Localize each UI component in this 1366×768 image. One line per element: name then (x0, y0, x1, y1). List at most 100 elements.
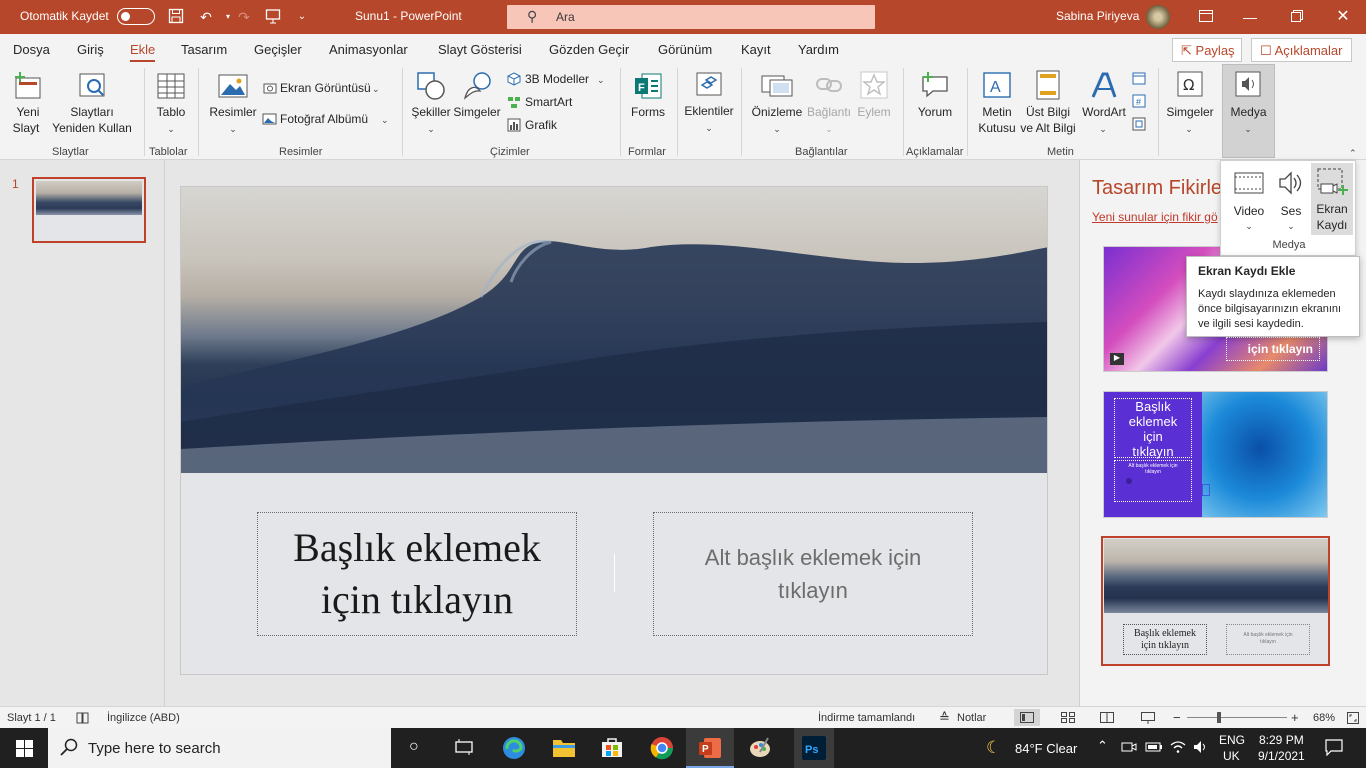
zoom-slider[interactable] (1187, 717, 1287, 718)
icons-label[interactable]: Simgeler (452, 105, 502, 120)
normal-view-button[interactable] (1014, 709, 1040, 726)
chevron-down-icon[interactable]: ⌄ (381, 113, 389, 128)
redo-icon[interactable]: ↷ (234, 8, 254, 26)
battery-icon[interactable] (1145, 739, 1163, 758)
table-label[interactable]: Tablo (150, 105, 192, 120)
tab-ekle[interactable]: Ekle (130, 42, 156, 63)
chevron-down-icon[interactable]: ⌄ (597, 73, 605, 88)
user-name[interactable]: Sabina Piriyeva (1056, 9, 1139, 23)
task-view-icon[interactable]: ○ (409, 738, 419, 756)
text-box-label-2[interactable]: Kutusu (974, 121, 1020, 136)
reuse-slides-icon[interactable] (76, 70, 108, 102)
3d-models-icon[interactable] (506, 71, 521, 86)
table-icon[interactable] (155, 70, 187, 102)
photo-album-icon[interactable] (262, 111, 277, 126)
slide[interactable]: Başlık eklemek için tıklayın Alt başlık e… (180, 186, 1048, 675)
close-icon[interactable]: ✕ (1333, 8, 1353, 26)
add-ins-label[interactable]: Eklentiler (682, 104, 736, 119)
video-button[interactable]: Video ⌄ (1227, 165, 1271, 233)
autosave-toggle[interactable] (117, 8, 155, 25)
tab-animasyonlar[interactable]: Animasyonlar (329, 42, 408, 57)
object-icon[interactable] (1131, 116, 1147, 132)
paint-icon[interactable] (748, 736, 772, 763)
timeline-icon[interactable] (455, 739, 473, 758)
volume-icon[interactable] (1193, 739, 1209, 758)
shapes-label[interactable]: Şekiller (408, 105, 454, 120)
powerpoint-task[interactable]: P (686, 728, 734, 768)
chevron-up-icon[interactable]: ⌃ (1097, 738, 1108, 754)
slide-thumbnail[interactable] (32, 177, 146, 243)
zoom-out-icon[interactable]: − (1173, 710, 1181, 725)
reuse-slides-label-2[interactable]: Yeniden Kullan (50, 121, 134, 136)
new-slide-label-2[interactable]: Slayt (6, 121, 46, 136)
chevron-down-icon[interactable]: ⌄ (1098, 122, 1108, 137)
design-idea-3[interactable]: Başlık eklemek için tıklayın Alt başlık e… (1101, 536, 1330, 666)
chart-icon[interactable] (506, 117, 521, 132)
smartart-label[interactable]: SmartArt (525, 95, 572, 110)
store-icon[interactable] (600, 736, 624, 761)
tab-giris[interactable]: Giriş (77, 42, 104, 57)
tab-slayt-gosterisi[interactable]: Slayt Gösterisi (438, 42, 522, 57)
slideshow-icon[interactable] (1141, 712, 1155, 727)
slide-number-icon[interactable]: # (1131, 93, 1147, 109)
undo-icon[interactable]: ↶ (196, 8, 216, 26)
3d-models-label[interactable]: 3B Modeller (525, 72, 589, 87)
minimize-icon[interactable]: — (1240, 8, 1260, 26)
restore-icon[interactable] (1287, 8, 1307, 26)
clock-time[interactable]: 8:29 PM (1259, 733, 1304, 747)
screenshot-icon[interactable] (262, 80, 277, 95)
header-footer-icon[interactable] (1032, 70, 1064, 100)
text-box-label-1[interactable]: Metin (974, 105, 1020, 120)
share-button[interactable]: ⇱ Paylaş (1172, 38, 1242, 62)
new-slide-icon[interactable] (13, 70, 45, 102)
chart-label[interactable]: Grafik (525, 118, 557, 133)
tab-yardim[interactable]: Yardım (798, 42, 839, 57)
header-footer-label-2[interactable]: ve Alt Bilgi (1016, 121, 1080, 136)
photoshop-task[interactable]: Ps (794, 728, 834, 768)
chrome-icon[interactable] (650, 736, 674, 763)
language-indicator-1[interactable]: ENG (1219, 733, 1245, 747)
photo-album-label[interactable]: Fotoğraf Albümü (280, 112, 368, 127)
edge-icon[interactable] (502, 736, 526, 763)
design-idea-2[interactable]: Başlık eklemek için tıklayın Alt başlık ekl… (1103, 391, 1328, 518)
reading-view-icon[interactable] (1100, 712, 1114, 726)
file-explorer-icon[interactable] (552, 736, 576, 761)
chevron-down-icon[interactable]: ⌄ (372, 82, 380, 97)
forms-icon[interactable]: F (631, 70, 665, 102)
symbol-omega-icon[interactable]: Ω (1175, 70, 1205, 98)
tab-gorunum[interactable]: Görünüm (658, 42, 712, 57)
comments-button[interactable]: ☐ Açıklamalar (1251, 38, 1352, 62)
chevron-down-icon[interactable]: ⌄ (772, 122, 782, 137)
smartart-icon[interactable] (506, 94, 521, 109)
wave-image[interactable] (181, 187, 1047, 473)
ribbon-display-options-icon[interactable] (1196, 8, 1216, 26)
add-ins-icon[interactable] (693, 70, 725, 98)
zoom-level[interactable]: 68% (1313, 712, 1335, 724)
date-time-icon[interactable] (1131, 70, 1147, 86)
audio-button[interactable]: Ses ⌄ (1271, 165, 1311, 233)
chevron-down-icon[interactable]: ⌄ (426, 122, 436, 137)
language-indicator-2[interactable]: UK (1223, 749, 1240, 763)
reuse-slides-label-1[interactable]: Slaytları (62, 105, 122, 120)
screen-recording-button[interactable]: Ekran Kaydı (1311, 163, 1353, 235)
shapes-icon[interactable] (414, 70, 448, 102)
save-icon[interactable] (166, 8, 186, 28)
subtitle-placeholder[interactable]: Alt başlık eklemek için tıklayın (653, 512, 973, 636)
design-pane-link[interactable]: Yeni sunular için fikir gö (1092, 210, 1218, 224)
title-placeholder[interactable]: Başlık eklemek için tıklayın (257, 512, 577, 636)
comment-label[interactable]: Yorum (910, 105, 960, 120)
preview-icon[interactable] (760, 70, 794, 100)
tab-gozden-gecir[interactable]: Gözden Geçir (549, 42, 629, 57)
comment-icon[interactable] (918, 70, 952, 100)
icons-icon[interactable] (460, 70, 494, 102)
tab-tasarim[interactable]: Tasarım (181, 42, 227, 57)
taskbar-search[interactable]: Type here to search (48, 728, 391, 768)
meet-now-icon[interactable] (1121, 739, 1137, 758)
tab-dosya[interactable]: Dosya (13, 42, 50, 57)
collapse-ribbon-icon[interactable]: ⌃ (1349, 146, 1357, 161)
slide-sorter-icon[interactable] (1061, 712, 1075, 726)
tab-kayit[interactable]: Kayıt (741, 42, 771, 57)
symbols-label[interactable]: Simgeler (1162, 105, 1218, 120)
present-from-start-icon[interactable] (263, 8, 283, 28)
weather-text[interactable]: 84°F Clear (1015, 741, 1077, 756)
